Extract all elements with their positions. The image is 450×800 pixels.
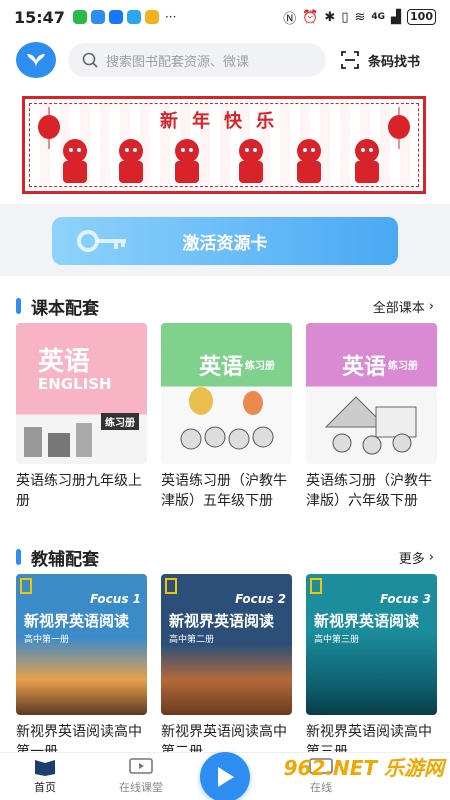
bluetooth-icon: ✱ (324, 9, 336, 25)
chevron-right-icon: › (428, 298, 434, 314)
signal-label: 4G (371, 12, 386, 22)
tab-online-class[interactable]: 在线课堂 (96, 753, 186, 800)
focus-label: Focus 2 (235, 592, 286, 606)
search-placeholder: 搜索图书配套资源、微课 (106, 54, 250, 70)
barcode-search-button[interactable]: 条码找书 (340, 50, 420, 70)
home-book-icon (35, 760, 55, 776)
status-time: 15:47 (14, 7, 65, 27)
key-icon (77, 230, 126, 252)
alarm-icon: ⏰ (302, 9, 319, 25)
tab-home[interactable]: 首页 (0, 753, 90, 800)
cover-illustration (324, 396, 417, 455)
banner-image[interactable]: 新年快乐 (22, 96, 426, 194)
cover-title: 新视界英语阅读 (169, 612, 275, 630)
book-title: 英语练习册（沪教牛津版）六年级下册 (306, 473, 432, 509)
all-textbooks-link[interactable]: 全部课本 › (373, 297, 434, 316)
video-icon (129, 758, 153, 774)
book-card[interactable]: Focus 3 新视界英语阅读 高中第三册 新视界英语阅读高中第三册 (306, 574, 437, 762)
banner-title: 新年快乐 (160, 111, 288, 132)
more-label: 全部课本 (372, 300, 425, 316)
activate-resource-card-button[interactable]: 激活资源卡 (52, 217, 398, 265)
more-label: 更多 (398, 551, 425, 567)
book-cover: 英语 ENGLISH 练习册 (16, 323, 147, 464)
battery-indicator: 100 (407, 9, 436, 25)
section-title: 教辅配套 (31, 549, 99, 570)
focus-label: Focus 3 (380, 592, 431, 606)
leaf-icon (27, 54, 45, 68)
book-title: 英语练习册九年级上册 (16, 473, 142, 509)
app-logo[interactable] (16, 42, 56, 78)
cover-title: 新视界英语阅读 (24, 612, 130, 630)
wifi-icon: ≋ (354, 9, 366, 25)
national-geographic-logo (310, 578, 322, 594)
section-title: 课本配套 (31, 298, 99, 319)
more-supplements-link[interactable]: 更多 › (399, 548, 434, 567)
cover-illustration (180, 387, 274, 450)
cover-illustration (24, 423, 92, 457)
supplement-section-header: 教辅配套 更多 › (16, 545, 434, 570)
search-input[interactable]: 搜索图书配套资源、微课 (68, 43, 326, 77)
notification-icons: ··· (72, 10, 177, 24)
book-card[interactable]: Focus 1 新视界英语阅读 高中第一册 新视界英语阅读高中第一册 (16, 574, 147, 762)
book-card[interactable]: 英语 练习册 英语练习册（沪教牛津版）五年级下册 (161, 323, 292, 511)
banner-carousel[interactable]: 新年快乐 (0, 92, 450, 202)
cover-subtitle: ENGLISH (38, 375, 112, 393)
tab-label: 在线课堂 (119, 781, 163, 794)
book-title: 英语练习册（沪教牛津版）五年级下册 (161, 473, 287, 509)
barcode-scan-icon (341, 51, 359, 69)
book-cover: Focus 3 新视界英语阅读 高中第三册 (306, 574, 437, 715)
book-card[interactable]: 英语 练习册 英语练习册（沪教牛津版）六年级下册 (306, 323, 437, 511)
app-icon (108, 10, 123, 24)
book-cover: 英语 练习册 (161, 323, 292, 464)
cover-grade: 高中第一册 (24, 635, 70, 645)
supplement-list: Focus 1 新视界英语阅读 高中第一册 新视界英语阅读高中第一册 Focus… (16, 574, 437, 762)
nfc-icon: Ⓝ (283, 11, 297, 27)
section-marker (16, 549, 21, 565)
search-icon (82, 52, 98, 68)
cover-grade: 高中第三册 (314, 635, 360, 645)
cover-title: 英语 (199, 355, 244, 380)
wechat-icon (72, 10, 87, 24)
top-header: 搜索图书配套资源、微课 条码找书 (0, 40, 450, 80)
signal-icon: ▟ (391, 9, 402, 25)
message-icon (126, 10, 141, 24)
cover-subtitle: 练习册 (388, 361, 418, 372)
book-cover: 英语 练习册 (306, 323, 437, 464)
national-geographic-logo (20, 578, 32, 594)
play-button[interactable] (200, 752, 250, 800)
cover-title: 英语 (342, 355, 387, 380)
status-bar: 15:47 ··· Ⓝ ⏰ ✱ ▯ ≋ 4G ▟ 100 (0, 0, 450, 34)
cover-title: 新视界英语阅读 (314, 612, 420, 630)
textbook-list: 英语 ENGLISH 练习册 英语练习册九年级上册 英语 练习册 英语练习册（沪… (16, 323, 437, 511)
app-icon (90, 10, 105, 24)
textbook-section-header: 课本配套 全部课本 › (16, 294, 434, 319)
vibrate-icon: ▯ (341, 9, 349, 25)
watermark: 962.NET 乐游网 (283, 756, 444, 780)
cover-grade: 高中第二册 (169, 635, 215, 645)
section-marker (16, 298, 21, 314)
book-card[interactable]: 英语 ENGLISH 练习册 英语练习册九年级上册 (16, 323, 147, 511)
book-cover: Focus 1 新视界英语阅读 高中第一册 (16, 574, 147, 715)
cover-title: 英语 (38, 347, 91, 377)
activate-resource-card-label: 激活资源卡 (182, 233, 268, 254)
chevron-right-icon: › (428, 549, 434, 565)
barcode-search-label: 条码找书 (368, 54, 421, 70)
book-card[interactable]: Focus 2 新视界英语阅读 高中第二册 新视界英语阅读高中第二册 (161, 574, 292, 762)
cover-subtitle: 练习册 (245, 361, 275, 372)
book-cover: Focus 2 新视界英语阅读 高中第二册 (161, 574, 292, 715)
focus-label: Focus 1 (90, 592, 141, 606)
tab-label: 首页 (34, 781, 56, 794)
national-geographic-logo (165, 578, 177, 594)
tab-label: 在线 (310, 781, 332, 794)
mail-icon (144, 10, 159, 24)
more-icon: ··· (164, 10, 177, 24)
ox-figures-illustration (63, 139, 379, 183)
play-icon (218, 767, 234, 787)
